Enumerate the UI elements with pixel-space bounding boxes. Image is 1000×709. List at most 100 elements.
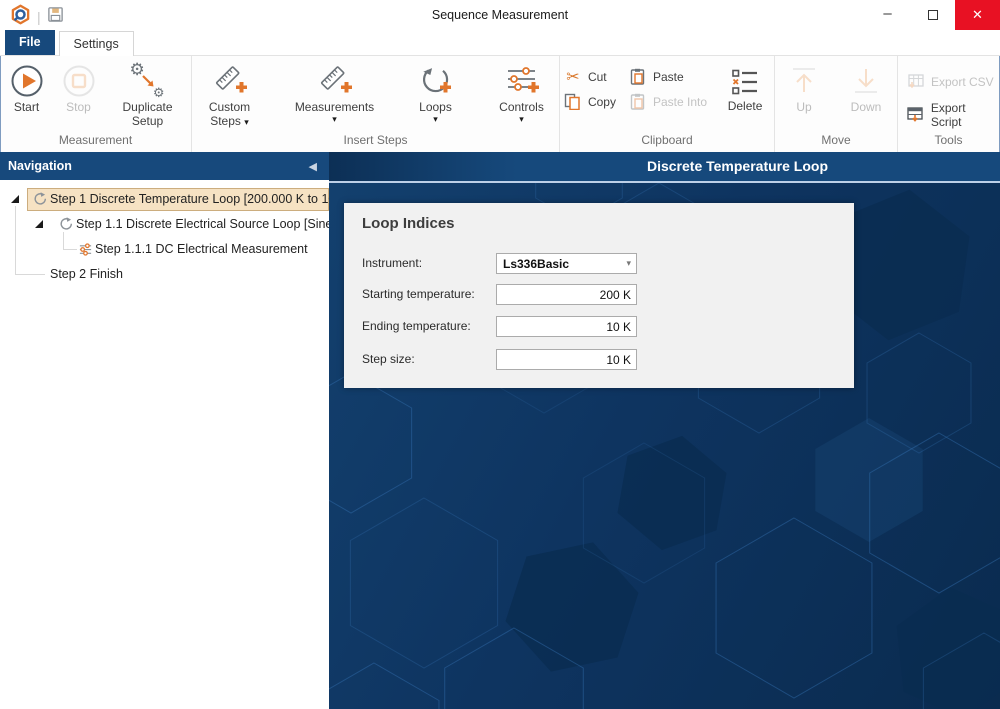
start-label: Start bbox=[14, 101, 39, 115]
navigation-panel: Navigation ◀ bbox=[0, 152, 329, 709]
step-size-label: Step size: bbox=[362, 349, 415, 370]
duplicate-setup-button[interactable]: ⚙ ⚙ Duplicate Setup bbox=[109, 61, 187, 129]
maximize-icon bbox=[928, 10, 938, 20]
minimize-button[interactable]: – bbox=[865, 0, 910, 30]
ribbon-group-insert-steps: Custom Steps ▾ Measurements ▾ bbox=[192, 56, 560, 152]
app-window: | Sequence Measurement – ✕ File Settings bbox=[0, 0, 1000, 709]
main-panel-header: Discrete Temperature Loop bbox=[329, 152, 1000, 183]
export-script-icon bbox=[906, 107, 926, 122]
ending-temperature-label: Ending temperature: bbox=[362, 316, 471, 337]
delete-button[interactable]: Delete bbox=[719, 64, 771, 114]
step-size-field-wrap bbox=[496, 349, 637, 370]
move-down-label: Down bbox=[851, 101, 882, 115]
paste-into-icon bbox=[628, 93, 648, 110]
arrow-icon bbox=[140, 73, 158, 91]
ribbon-group-clipboard: ✂ Cut Copy bbox=[560, 56, 775, 152]
page-title: Discrete Temperature Loop bbox=[475, 152, 1000, 180]
instrument-label: Instrument: bbox=[362, 253, 422, 274]
ribbon-group-move: Up Down Move bbox=[775, 56, 898, 152]
move-down-button: Down bbox=[842, 61, 890, 115]
tree-row-step-1-1[interactable]: Step 1.1 Discrete Electrical Source Loop… bbox=[0, 213, 329, 236]
title-bar: | Sequence Measurement – ✕ bbox=[0, 0, 1000, 30]
tab-file[interactable]: File bbox=[5, 30, 55, 55]
ruler-plus-icon bbox=[213, 61, 247, 101]
export-script-button[interactable]: Export Script bbox=[906, 102, 999, 127]
tree-row-step-1[interactable]: Step 1 Discrete Temperature Loop [200.00… bbox=[0, 188, 329, 211]
step-size-input[interactable] bbox=[497, 350, 636, 369]
cut-button[interactable]: ✂ Cut bbox=[563, 64, 616, 89]
main-content: Loop Indices Instrument: Ls336Basic ▾ St… bbox=[329, 183, 1000, 709]
main-panel: Discrete Temperature Loop bbox=[329, 152, 1000, 709]
controls-button[interactable]: Controls ▾ bbox=[489, 61, 555, 124]
collapse-panel-icon[interactable]: ◀ bbox=[309, 160, 317, 173]
copy-label: Copy bbox=[588, 95, 616, 109]
chevron-down-icon: ▾ bbox=[626, 258, 631, 269]
paste-into-label: Paste Into bbox=[653, 95, 707, 109]
tree-item-label: Step 1 Discrete Temperature Loop [200.00… bbox=[50, 192, 329, 206]
paste-label: Paste bbox=[653, 70, 684, 84]
measurements-button[interactable]: Measurements ▾ bbox=[287, 61, 383, 124]
loops-button[interactable]: Loops ▾ bbox=[407, 61, 465, 124]
ribbon-group-measurement: Start Stop ⚙ ⚙ bbox=[0, 56, 192, 152]
duplicate-setup-label: Duplicate Setup bbox=[109, 101, 187, 129]
tree-row-step-2[interactable]: Step 2 Finish bbox=[0, 263, 329, 286]
start-button[interactable]: Start bbox=[5, 61, 49, 115]
cut-label: Cut bbox=[588, 70, 607, 84]
loops-label: Loops bbox=[419, 101, 452, 115]
paste-into-button: Paste Into bbox=[628, 89, 707, 114]
navigation-title: Navigation bbox=[8, 159, 72, 173]
starting-temperature-input[interactable] bbox=[497, 285, 636, 304]
group-label-move: Move bbox=[775, 132, 897, 152]
group-label-tools: Tools bbox=[898, 132, 999, 152]
ending-temperature-input[interactable] bbox=[497, 317, 636, 336]
tree-item-label: Step 1.1.1 DC Electrical Measurement bbox=[95, 242, 308, 256]
group-label-insert-steps: Insert Steps bbox=[192, 132, 559, 152]
measurement-step-icon bbox=[78, 242, 93, 257]
arrow-up-icon bbox=[788, 61, 820, 101]
paste-button[interactable]: Paste bbox=[628, 64, 707, 89]
export-script-label: Export Script bbox=[931, 101, 999, 129]
tree-row-step-1-1-1[interactable]: Step 1.1.1 DC Electrical Measurement bbox=[0, 238, 329, 261]
delete-icon bbox=[731, 64, 759, 100]
ruler-plus-icon bbox=[318, 61, 352, 101]
expander-icon[interactable] bbox=[34, 219, 44, 229]
move-up-label: Up bbox=[796, 101, 811, 115]
starting-temperature-label: Starting temperature: bbox=[362, 284, 475, 305]
group-label-measurement: Measurement bbox=[0, 132, 191, 152]
stop-icon bbox=[61, 61, 97, 101]
instrument-value: Ls336Basic bbox=[503, 257, 569, 271]
chevron-down-icon: ▾ bbox=[244, 117, 249, 127]
loop-step-icon bbox=[32, 192, 47, 207]
card-title: Loop Indices bbox=[362, 215, 455, 232]
copy-icon bbox=[563, 93, 583, 110]
copy-button[interactable]: Copy bbox=[563, 89, 616, 114]
export-csv-icon bbox=[906, 74, 926, 89]
controls-label: Controls bbox=[499, 101, 544, 115]
maximize-button[interactable] bbox=[910, 0, 955, 30]
loop-plus-icon bbox=[419, 61, 453, 101]
tree-item-label: Step 2 Finish bbox=[50, 267, 123, 281]
chevron-down-icon: ▾ bbox=[519, 115, 524, 124]
tree-item-label: Step 1.1 Discrete Electrical Source Loop… bbox=[76, 217, 329, 231]
export-csv-label: Export CSV bbox=[931, 75, 994, 89]
stop-button: Stop bbox=[57, 61, 101, 115]
custom-steps-button[interactable]: Custom Steps ▾ bbox=[197, 61, 263, 129]
measurements-label: Measurements bbox=[295, 101, 374, 115]
start-icon bbox=[9, 61, 45, 101]
stop-label: Stop bbox=[66, 101, 91, 115]
close-button[interactable]: ✕ bbox=[955, 0, 1000, 30]
group-label-clipboard: Clipboard bbox=[560, 132, 774, 152]
navigation-header: Navigation ◀ bbox=[0, 152, 329, 180]
delete-label: Delete bbox=[728, 100, 763, 114]
expander-icon[interactable] bbox=[10, 194, 20, 204]
loop-step-icon bbox=[58, 217, 73, 232]
tab-settings[interactable]: Settings bbox=[59, 31, 134, 56]
chevron-down-icon: ▾ bbox=[433, 115, 438, 124]
move-up-button: Up bbox=[782, 61, 826, 115]
navigation-tree: Step 1 Discrete Temperature Loop [200.00… bbox=[0, 180, 329, 709]
scissors-icon: ✂ bbox=[563, 67, 583, 87]
starting-temperature-field-wrap bbox=[496, 284, 637, 305]
loop-indices-card: Loop Indices Instrument: Ls336Basic ▾ St… bbox=[344, 203, 854, 388]
instrument-dropdown[interactable]: Ls336Basic ▾ bbox=[496, 253, 637, 274]
chevron-down-icon: ▾ bbox=[332, 115, 337, 124]
